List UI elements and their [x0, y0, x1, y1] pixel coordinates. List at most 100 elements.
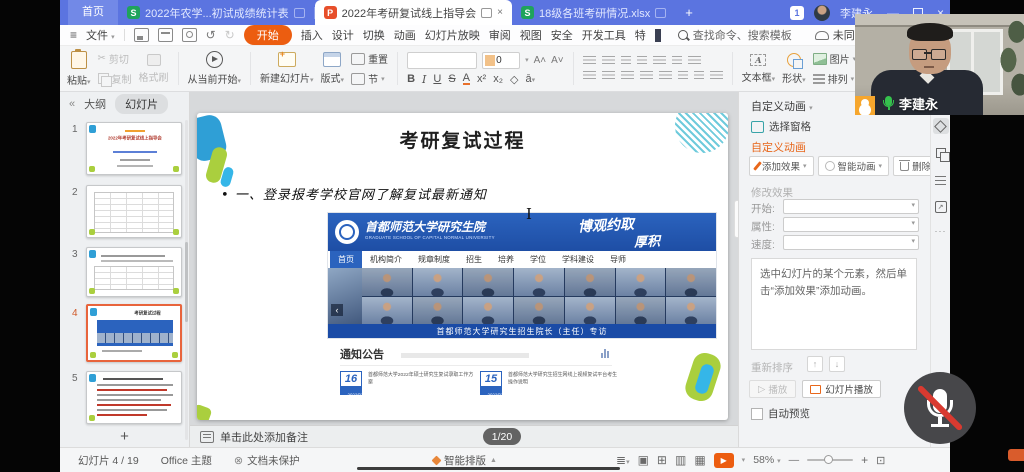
tab-doc-spreadsheet-2[interactable]: S 18级各班考研情况.xlsx	[512, 0, 675, 25]
tab-doc-presentation-active[interactable]: P 2022年考研复试线上指导会 ×	[315, 0, 512, 25]
nav-item-rules[interactable]: 规章制度	[410, 251, 458, 268]
reset-button[interactable]: 重置	[351, 51, 388, 66]
distribute-icon[interactable]	[659, 71, 672, 81]
command-search[interactable]: 查找命令、搜索模板	[678, 27, 792, 43]
zoom-level[interactable]: 58% ▾	[753, 454, 780, 466]
theme-name[interactable]: Office 主题	[161, 453, 212, 468]
user-avatar[interactable]	[814, 5, 830, 21]
zoom-out-icon[interactable]: —	[789, 454, 800, 466]
zoom-slider[interactable]	[807, 459, 853, 461]
cut-button[interactable]: ✂剪切	[98, 51, 132, 66]
selection-objects-icon[interactable]	[933, 145, 949, 161]
smart-animation-button[interactable]: 智能动画▾	[818, 156, 890, 176]
slide-thumbnail-3[interactable]	[86, 247, 182, 297]
shapes-button[interactable]: 形状▾	[782, 53, 806, 85]
new-slide-button[interactable]: 新建幻灯片▾	[260, 52, 314, 85]
slide-thumbnail-5[interactable]	[86, 371, 182, 424]
copy-button[interactable]: 复制	[98, 71, 132, 86]
arrange-button[interactable]: 排列▾	[813, 71, 857, 86]
align-left-icon[interactable]	[583, 71, 596, 81]
normal-view-icon[interactable]: ▣	[638, 453, 649, 467]
menu-tab-special[interactable]: 特	[635, 27, 646, 43]
subscript-icon[interactable]: x₂	[493, 73, 503, 85]
bullets-icon[interactable]	[583, 56, 596, 66]
menu-tab-animation[interactable]: 动画	[394, 27, 416, 43]
file-menu[interactable]: 文件 ▾	[86, 27, 115, 43]
underline-icon[interactable]: U	[433, 73, 441, 85]
clear-format-icon[interactable]: ◇	[510, 73, 518, 86]
format-painter-button[interactable]: 格式刷	[139, 54, 169, 84]
menu-tab-view[interactable]: 视图	[520, 27, 542, 43]
slide-canvas[interactable]: 考研复试过程 • 一、登录报考学校官网了解复试最新通知 I 首都师范大学研究生院…	[197, 113, 728, 420]
shrink-text-icon[interactable]	[678, 71, 688, 81]
paste-button[interactable]: 粘贴▾	[67, 51, 91, 87]
start-dropdown[interactable]	[783, 199, 919, 214]
print-preview-icon[interactable]	[182, 28, 197, 42]
zoom-in-icon[interactable]: +	[861, 453, 868, 467]
indent-decrease-icon[interactable]	[621, 56, 631, 66]
nav-item-training[interactable]: 培养	[490, 251, 522, 268]
text-box-button[interactable]: A 文本框▾	[742, 54, 776, 84]
notes-bar[interactable]: 单击此处添加备注	[190, 425, 738, 447]
notes-toggle-icon[interactable]: ≣▾	[616, 453, 630, 467]
save-icon[interactable]	[134, 28, 149, 42]
add-slide-button[interactable]: +	[60, 428, 189, 445]
line-spacing-icon[interactable]	[672, 56, 682, 66]
picture-button[interactable]: 图片▾	[813, 51, 857, 66]
align-right-icon[interactable]	[621, 71, 634, 81]
tab-outline[interactable]: 大纲	[84, 96, 106, 112]
notice-item-1[interactable]: 16 2022/03 首都师范大学2022年硕士研究生复试录取工作方案	[340, 371, 478, 397]
mute-microphone-button[interactable]	[904, 372, 976, 444]
strikethrough-icon[interactable]: S	[448, 73, 455, 85]
new-tab-button[interactable]: +	[685, 5, 693, 20]
menu-tab-design[interactable]: 设计	[332, 27, 354, 43]
tab-doc-spreadsheet-1[interactable]: S 2022年农学...初试成绩统计表	[118, 0, 314, 25]
move-up-button[interactable]: ↑	[807, 356, 823, 372]
nav-item-degree[interactable]: 学位	[522, 251, 554, 268]
redo-icon[interactable]: ↻	[225, 28, 235, 42]
section-button[interactable]: 节▾	[351, 71, 388, 86]
play-from-current-button[interactable]: 从当前开始▾	[188, 51, 242, 86]
menu-tab-transition[interactable]: 切换	[363, 27, 385, 43]
indent-increase-icon[interactable]	[637, 56, 647, 66]
menu-tab-devtools[interactable]: 开发工具	[582, 27, 626, 43]
text-direction-icon[interactable]	[653, 56, 666, 66]
layout-button[interactable]: 版式▾	[321, 52, 345, 85]
fit-window-icon[interactable]: ⊡	[876, 454, 885, 467]
slide-thumbnail-2[interactable]	[86, 185, 182, 238]
zoom-slider-knob[interactable]	[824, 455, 833, 464]
add-effect-button[interactable]: 添加效果▾	[749, 156, 814, 176]
italic-icon[interactable]: I	[422, 73, 426, 86]
columns-icon[interactable]	[688, 56, 701, 66]
increase-font-icon[interactable]: A˄	[534, 55, 547, 66]
slide-thumbnail-4-selected[interactable]: 考研复试过程	[86, 304, 182, 362]
auto-preview-checkbox[interactable]	[751, 408, 763, 420]
justify-icon[interactable]	[640, 71, 653, 81]
notice-item-2[interactable]: 15 2022/03 首都师范大学研究生招生网线上视频复试平台考生操作说明	[480, 371, 618, 397]
hamburger-icon[interactable]: ≡	[70, 28, 77, 42]
play-animation-button[interactable]: ▷播放	[749, 380, 796, 398]
char-spacing-icon[interactable]: ā▾	[525, 73, 535, 85]
menu-tab-insert[interactable]: 插入	[301, 27, 323, 43]
decrease-font-icon[interactable]: A˅	[551, 55, 564, 66]
smart-layout-button[interactable]: 智能排版 ▲	[433, 448, 497, 472]
nav-item-about[interactable]: 机构简介	[362, 251, 410, 268]
superscript-icon[interactable]: x²	[477, 73, 486, 85]
panel-title[interactable]: 自定义动画 ▾	[751, 98, 813, 114]
nav-item-home[interactable]: 首页	[330, 251, 362, 268]
slide-thumbnail-1[interactable]: 2022年考研复试线上指导会	[86, 122, 182, 175]
numbering-icon[interactable]	[602, 56, 615, 66]
slide-play-button[interactable]: 幻灯片播放	[802, 380, 881, 398]
slideshow-play-button[interactable]: ▶	[714, 453, 734, 468]
tab-close-icon[interactable]: ×	[497, 7, 503, 18]
collapse-sidebar-icon[interactable]: «	[69, 98, 75, 110]
object-properties-icon[interactable]	[933, 172, 949, 188]
nav-item-discipline[interactable]: 学科建设	[554, 251, 602, 268]
play-options-icon[interactable]: ▾	[742, 456, 746, 464]
window-count-badge[interactable]: 1	[790, 6, 804, 20]
nav-item-supervisors[interactable]: 导师	[602, 251, 634, 268]
website-screenshot[interactable]: 首都师范大学研究生院 GRADUATE SCHOOL OF CAPITAL NO…	[328, 213, 716, 338]
reading-view-icon[interactable]: ▥	[675, 453, 686, 467]
document-protection-status[interactable]: ⊗ 文档未保护	[234, 453, 300, 468]
more-panes-icon[interactable]: ···	[935, 226, 947, 236]
